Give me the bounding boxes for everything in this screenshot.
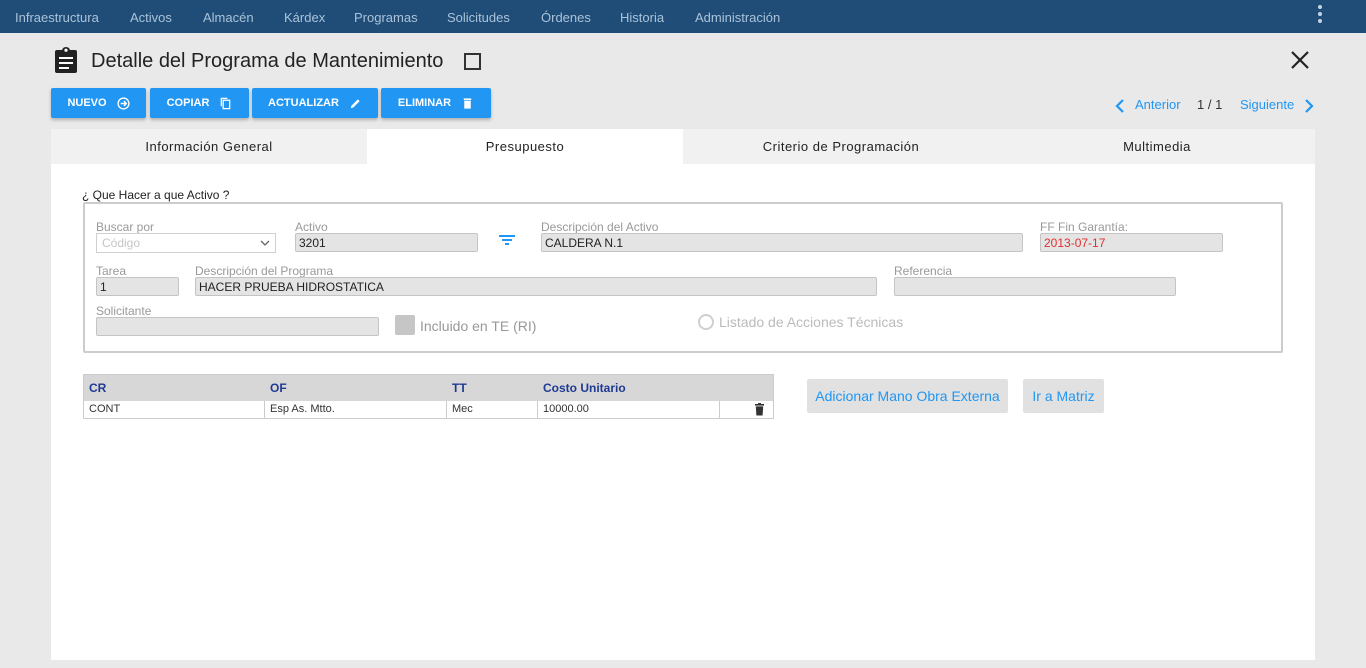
presupuesto-table: CR OF TT Costo Unitario CONT Esp As. Mtt… [83,374,774,419]
descripcion-programa-label: Descripción del Programa [195,264,334,278]
title-checkbox[interactable] [464,53,481,70]
copiar-button[interactable]: COPIAR [150,88,249,118]
eliminar-button-label: ELIMINAR [397,97,452,109]
top-nav-bar: Infraestructura Activos Almacén Kárdex P… [0,0,1366,33]
tab-presupuesto[interactable]: Presupuesto [367,129,683,164]
descripcion-activo-label: Descripción del Activo [541,220,659,234]
trash-icon [463,97,472,109]
pager-next-link[interactable]: Siguiente [1240,97,1294,112]
table-header: CR OF TT Costo Unitario [84,375,773,401]
nuevo-button[interactable]: NUEVO [51,88,146,118]
listado-acciones-label: Listado de Acciones Técnicas [719,314,904,330]
chevron-left-icon[interactable] [1114,98,1126,114]
tab-criterio-programacion[interactable]: Criterio de Programación [683,129,999,164]
col-header-of: OF [270,381,287,395]
page-title: Detalle del Programa de Mantenimiento [91,50,444,72]
nav-item-almacen[interactable]: Almacén [203,10,254,25]
activo-input[interactable]: 3201 [295,233,478,252]
descripcion-programa-input[interactable]: HACER PRUEBA HIDROSTATICA [195,277,877,296]
cell-cr: CONT [84,401,265,418]
tab-bar: Información General Presupuesto Criterio… [51,129,1315,164]
col-header-costo-unitario: Costo Unitario [543,381,626,395]
actualizar-button-label: ACTUALIZAR [268,97,339,109]
fieldset-legend: ¿ Que Hacer a que Activo ? [82,188,230,202]
nav-item-ordenes[interactable]: Órdenes [541,10,591,25]
solicitante-label: Solicitante [96,304,152,318]
activo-label: Activo [295,220,328,234]
pencil-icon [350,98,360,108]
cell-tt: Mec [447,401,538,418]
chevron-down-icon [260,240,270,246]
actualizar-button[interactable]: ACTUALIZAR [252,88,378,118]
delete-row-icon[interactable] [754,403,765,416]
pager-prev-link[interactable]: Anterior [1135,97,1181,112]
nav-item-infraestructura[interactable]: Infraestructura [15,10,99,25]
tab-informacion-general[interactable]: Información General [51,129,367,164]
referencia-input[interactable] [894,277,1176,296]
ir-a-matriz-button[interactable]: Ir a Matriz [1023,379,1104,413]
tarea-label: Tarea [96,264,127,278]
nav-item-administracion[interactable]: Administración [695,10,780,25]
circle-arrow-right-icon [116,96,130,110]
filter-icon[interactable] [498,232,516,248]
nav-item-historia[interactable]: Historia [620,10,664,25]
more-vert-icon[interactable] [1316,5,1324,25]
col-header-cr: CR [89,381,107,395]
nav-item-activos[interactable]: Activos [130,10,172,25]
cell-costo-unitario: 10000.00 [538,401,720,418]
close-icon[interactable] [1289,49,1311,71]
ff-fin-garantia-label: FF Fin Garantía: [1040,220,1129,234]
adicionar-mano-obra-button[interactable]: Adicionar Mano Obra Externa [807,379,1008,413]
listado-acciones-radio[interactable] [698,314,714,330]
cell-of: Esp As. Mtto. [265,401,447,418]
eliminar-button[interactable]: ELIMINAR [381,88,491,118]
copy-icon [221,97,231,109]
clipboard-icon [55,47,77,73]
table-row[interactable]: CONT Esp As. Mtto. Mec 10000.00 [84,401,773,418]
descripcion-activo-input[interactable]: CALDERA N.1 [541,233,1023,252]
tab-multimedia[interactable]: Multimedia [999,129,1315,164]
referencia-label: Referencia [894,264,953,278]
nav-item-kardex[interactable]: Kárdex [284,10,325,25]
solicitante-input[interactable] [96,317,379,336]
buscar-por-value: Código [102,236,141,250]
ff-fin-garantia-input[interactable]: 2013-07-17 [1040,233,1223,252]
copiar-button-label: COPIAR [166,97,210,109]
nuevo-button-label: NUEVO [67,97,107,109]
chevron-right-icon[interactable] [1303,98,1315,114]
buscar-por-label: Buscar por [96,220,155,234]
nav-item-programas[interactable]: Programas [354,10,418,25]
pager-count: 1 / 1 [1197,97,1223,112]
nav-item-solicitudes[interactable]: Solicitudes [447,10,510,25]
buscar-por-select[interactable]: Código [96,233,276,253]
tarea-input[interactable]: 1 [96,277,179,296]
col-header-tt: TT [452,381,467,395]
incluido-te-label: Incluido en TE (RI) [420,318,537,334]
incluido-te-checkbox[interactable] [395,315,415,335]
